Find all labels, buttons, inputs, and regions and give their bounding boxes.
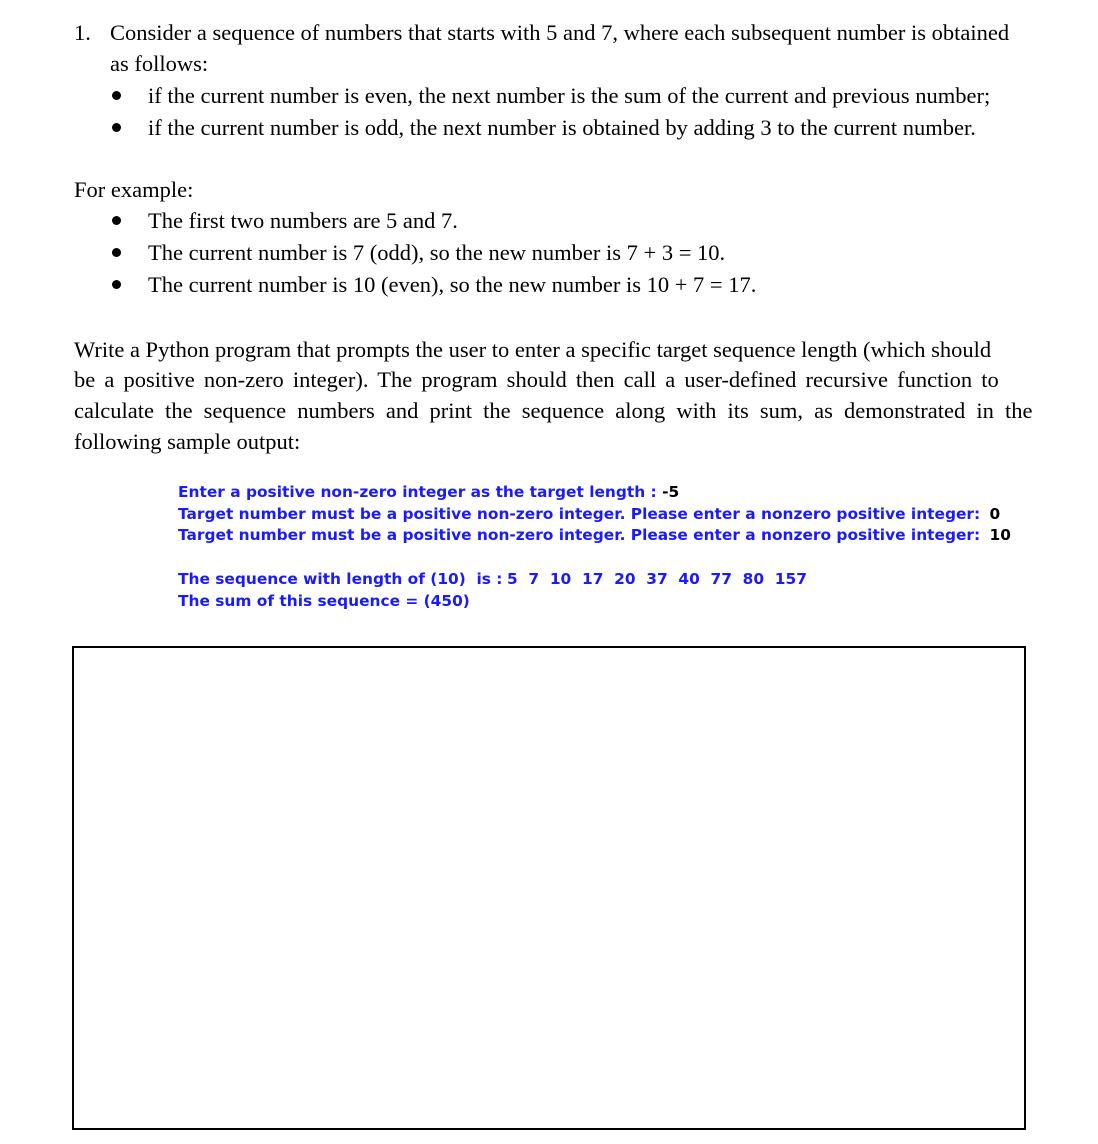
task-line: Write a Python program that prompts the … xyxy=(74,337,992,362)
example-text: The current number is 7 (odd), so the ne… xyxy=(148,240,726,265)
task-line: calculate the sequence numbers and print… xyxy=(74,398,1033,423)
example-text: The first two numbers are 5 and 7. xyxy=(148,208,458,233)
rule-text: if the current number is odd, the next n… xyxy=(148,115,976,140)
console-input: 10 xyxy=(989,526,1011,544)
sum-line: The sum of this sequence = (450) xyxy=(178,592,470,610)
sample-output-line: Target number must be a positive non-zer… xyxy=(178,504,1000,526)
task-line: following sample output: xyxy=(74,429,301,454)
answer-box[interactable] xyxy=(72,646,1026,1130)
example-item: The current number is 7 (odd), so the ne… xyxy=(112,237,725,268)
question-intro-line1: Consider a sequence of numbers that star… xyxy=(110,20,1010,45)
example-text: The current number is 10 (even), so the … xyxy=(148,272,757,297)
rule-item: if the current number is odd, the next n… xyxy=(112,112,976,143)
console-input: -5 xyxy=(662,483,680,501)
example-item: The current number is 10 (even), so the … xyxy=(112,269,756,300)
bullet-icon xyxy=(112,91,121,100)
bullet-icon xyxy=(112,280,121,289)
console-input: 0 xyxy=(989,505,1001,523)
sample-output-line: Enter a positive non-zero integer as the… xyxy=(178,482,679,504)
sample-output-line: Target number must be a positive non-zer… xyxy=(178,525,1011,547)
example-item: The first two numbers are 5 and 7. xyxy=(112,205,458,236)
example-heading: For example: xyxy=(74,177,194,202)
console-prompt: Enter a positive non-zero integer as the… xyxy=(178,483,663,501)
bullet-icon xyxy=(112,216,121,225)
bullet-icon xyxy=(112,248,121,257)
task-line: be a positive non-zero integer). The pro… xyxy=(74,367,999,392)
console-error: Target number must be a positive non-zer… xyxy=(178,526,986,544)
question-number: 1. xyxy=(74,20,91,45)
bullet-icon xyxy=(112,123,121,132)
rule-item: if the current number is even, the next … xyxy=(112,80,990,111)
console-error: Target number must be a positive non-zer… xyxy=(178,505,986,523)
sequence-values: 5 7 10 17 20 37 40 77 80 157 xyxy=(507,570,807,588)
question-intro-line2: as follows: xyxy=(110,51,209,76)
sequence-label: The sequence with length of (10) is : xyxy=(178,570,503,588)
rule-text: if the current number is even, the next … xyxy=(148,83,991,108)
